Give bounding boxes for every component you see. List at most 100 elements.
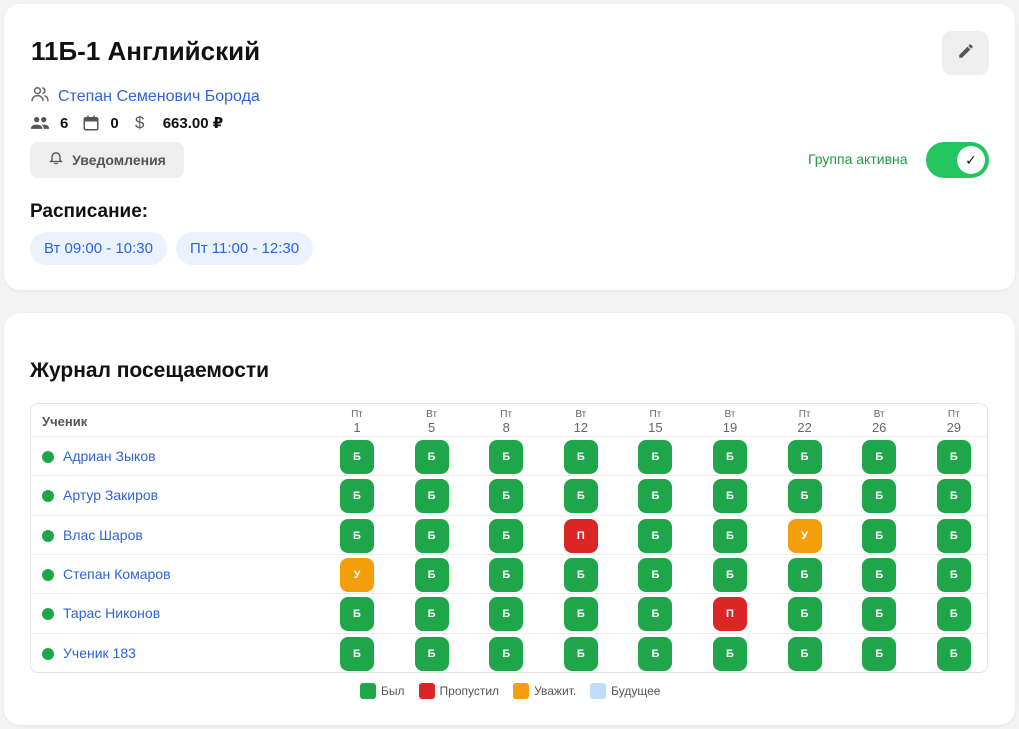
attendance-cell[interactable]: Б — [638, 597, 673, 632]
date-day: 15 — [648, 420, 663, 435]
attendance-cell[interactable]: Б — [414, 479, 449, 514]
student-name-link[interactable]: Ученик 183 — [63, 645, 136, 661]
teacher-name-link[interactable]: Степан Семенович Борода — [58, 88, 260, 106]
date-day: 29 — [946, 420, 962, 435]
attendance-cell[interactable]: Б — [563, 479, 598, 514]
status-dot — [42, 647, 54, 660]
attendance-cell[interactable]: Б — [936, 518, 971, 553]
schedule-chip[interactable]: Пт 11:00 - 12:30 — [175, 232, 314, 265]
journal-title: Журнал посещаемости — [30, 359, 270, 382]
attendance-cell[interactable]: Б — [862, 479, 897, 514]
table-row: Адриан Зыков Б Б Б Б Б Б Б Б Б — [31, 436, 987, 475]
legend-label: Уважит. — [534, 684, 577, 698]
attendance-cell[interactable]: Б — [414, 440, 449, 474]
attendance-cell[interactable]: Б — [862, 518, 897, 553]
attendance-cell[interactable]: Б — [713, 518, 747, 553]
attendance-cell[interactable]: Б — [787, 597, 822, 632]
attendance-cell[interactable]: Б — [489, 557, 524, 592]
attendance-cell[interactable]: Б — [563, 636, 598, 671]
date-column-header: Пт 15 — [635, 408, 675, 434]
attendance-cell[interactable]: Б — [713, 636, 747, 671]
date-column-header: Вт 26 — [859, 408, 899, 434]
student-name-link[interactable]: Степан Комаров — [63, 566, 171, 582]
status-dot — [42, 608, 54, 621]
attendance-cell[interactable]: Б — [638, 440, 673, 474]
table-row: Степан Комаров У Б Б Б Б Б Б Б Б — [31, 553, 987, 593]
group-active-toggle[interactable]: ✓ — [926, 142, 989, 178]
attendance-cell[interactable]: Б — [414, 557, 449, 592]
schedule-list: Вт 09:00 - 10:30 Пт 11:00 - 12:30 — [30, 232, 314, 265]
student-name-link[interactable]: Влас Шаров — [63, 527, 143, 543]
attendance-cell[interactable]: Б — [340, 636, 374, 671]
lessons-count: 0 — [110, 114, 119, 132]
attendance-cell[interactable]: Б — [862, 636, 897, 671]
attendance-cell[interactable]: Б — [638, 557, 673, 592]
attendance-cell[interactable]: Б — [340, 479, 374, 514]
legend-swatch — [513, 683, 530, 699]
schedule-chip[interactable]: Вт 09:00 - 10:30 — [30, 232, 167, 265]
legend-swatch — [590, 683, 607, 699]
attendance-cell[interactable]: Б — [936, 557, 971, 592]
date-day: 26 — [871, 420, 887, 435]
attendance-cell[interactable]: Б — [787, 440, 822, 474]
attendance-cell[interactable]: У — [787, 518, 822, 553]
student-column-header: Ученик — [42, 414, 88, 429]
student-name-link[interactable]: Адриан Зыков — [63, 448, 156, 464]
attendance-cell[interactable]: Б — [862, 557, 897, 592]
attendance-cell[interactable]: Б — [638, 518, 673, 553]
teacher: Степан Семенович Борода — [30, 84, 260, 109]
student-name-link[interactable]: Тарас Никонов — [63, 605, 160, 621]
attendance-cell[interactable]: Б — [563, 557, 598, 592]
attendance-cell[interactable]: Б — [787, 479, 822, 514]
attendance-cell[interactable]: Б — [638, 479, 673, 514]
attendance-cell[interactable]: Б — [862, 440, 897, 474]
attendance-cell[interactable]: Б — [638, 636, 673, 671]
attendance-cell[interactable]: Б — [414, 518, 449, 553]
group-active-label: Группа активна — [808, 151, 908, 167]
attendance-cell[interactable]: Б — [936, 479, 971, 514]
toggle-knob: ✓ — [957, 146, 985, 174]
legend-item: Уважит. — [513, 683, 576, 699]
people-icon — [30, 115, 50, 131]
edit-button[interactable] — [942, 31, 989, 75]
date-column-header: Пт 1 — [337, 408, 377, 434]
attendance-cell[interactable]: Б — [414, 636, 449, 671]
attendance-cell[interactable]: Б — [936, 597, 971, 632]
attendance-cell[interactable]: Б — [713, 440, 747, 474]
attendance-cell[interactable]: Б — [787, 636, 822, 671]
attendance-cell[interactable]: Б — [713, 557, 747, 592]
attendance-cell[interactable]: У — [340, 557, 374, 592]
attendance-cell[interactable]: Б — [936, 636, 971, 671]
date-day: 19 — [722, 420, 738, 435]
status-dot — [42, 451, 54, 463]
attendance-cell[interactable]: Б — [340, 518, 374, 553]
calendar-icon — [82, 114, 100, 132]
dollar-icon: $ — [134, 113, 145, 132]
attendance-cell[interactable]: Б — [713, 479, 747, 514]
attendance-cell[interactable]: Б — [340, 597, 374, 632]
attendance-cell[interactable]: Б — [414, 597, 449, 632]
pencil-icon — [957, 42, 975, 65]
date-day: 12 — [573, 420, 589, 435]
attendance-cell[interactable]: Б — [936, 440, 971, 474]
attendance-cell[interactable]: Б — [489, 440, 524, 474]
attendance-cell[interactable]: Б — [489, 479, 524, 514]
attendance-cell[interactable]: Б — [489, 636, 524, 671]
status-dot — [42, 568, 54, 581]
attendance-cell[interactable]: Б — [489, 518, 524, 553]
attendance-cell[interactable]: Б — [563, 440, 598, 474]
group-title: 11Б-1 Английский — [31, 36, 261, 66]
attendance-legend: Был Пропустил Уважит. Будущее — [360, 683, 668, 699]
attendance-cell[interactable]: Б — [862, 597, 897, 632]
status-dot — [42, 529, 54, 542]
attendance-cell[interactable]: Б — [489, 597, 524, 632]
student-name-link[interactable]: Артур Закиров — [63, 487, 158, 503]
date-column-header: Вт 12 — [561, 408, 601, 434]
attendance-cell[interactable]: П — [563, 518, 598, 553]
date-column-header: Пт 22 — [785, 408, 825, 434]
attendance-cell[interactable]: Б — [787, 557, 822, 592]
notifications-button[interactable]: Уведомления — [30, 142, 184, 178]
attendance-cell[interactable]: Б — [563, 597, 598, 632]
attendance-cell[interactable]: П — [713, 597, 747, 632]
attendance-cell[interactable]: Б — [340, 440, 374, 474]
